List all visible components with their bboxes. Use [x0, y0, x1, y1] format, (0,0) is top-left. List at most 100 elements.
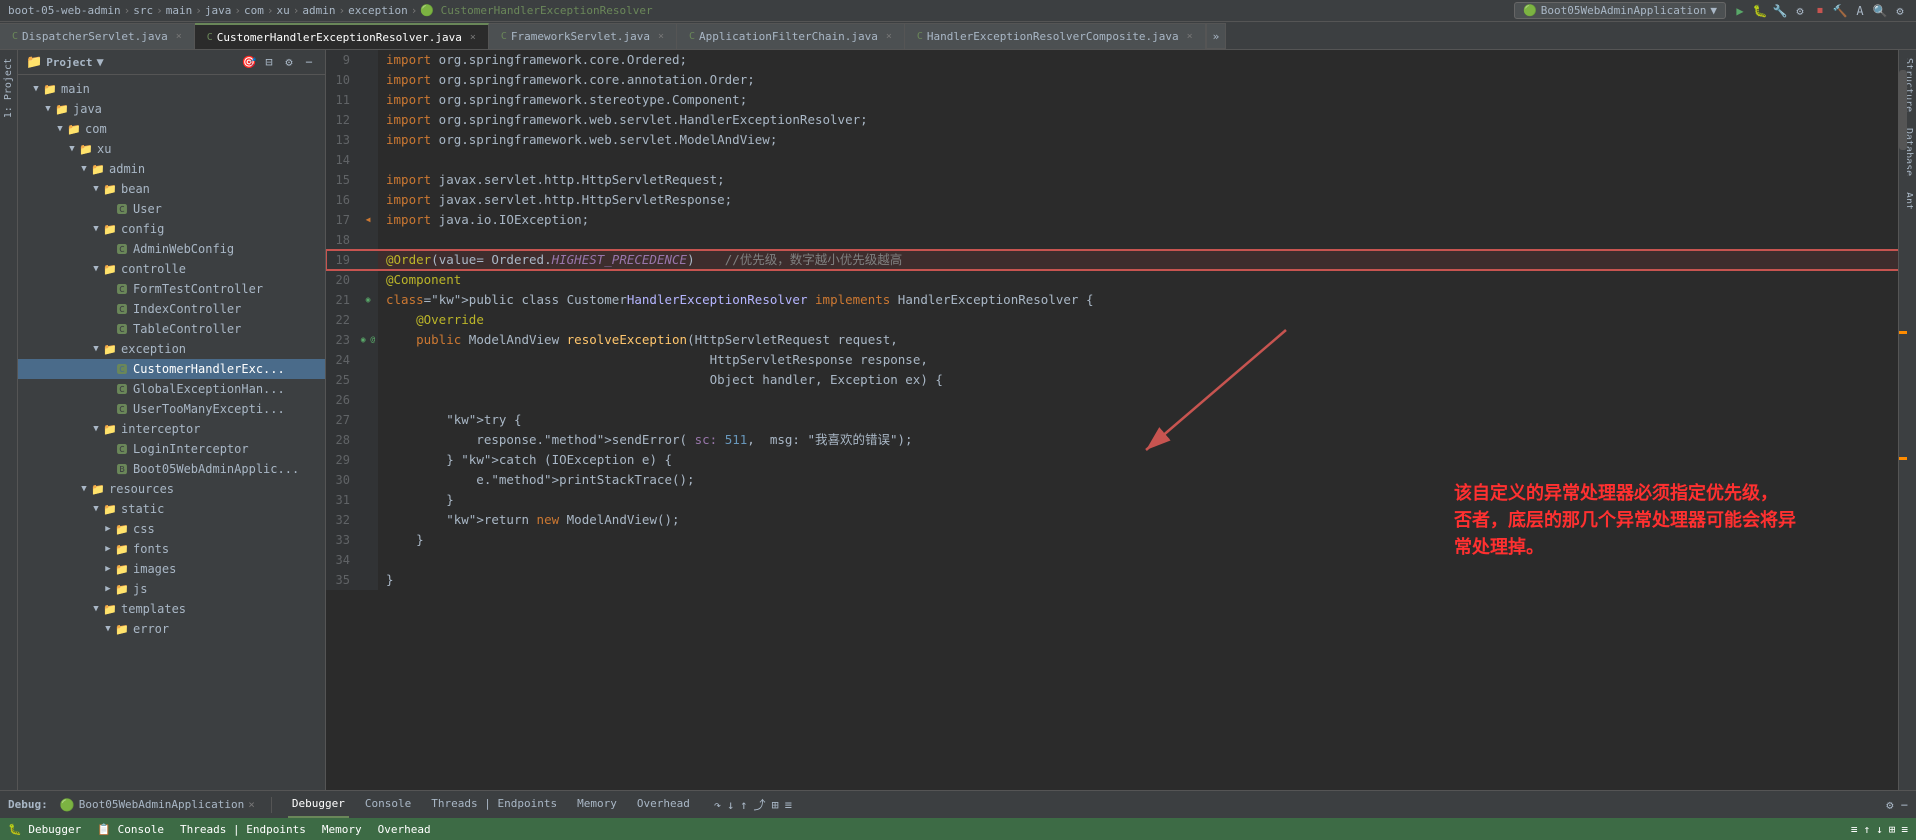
breadcrumb-item-4[interactable]: java [205, 4, 232, 17]
file-tree[interactable]: ▼📁main▼📁java▼📁com▼📁xu▼📁admin▼📁bean🅲User▼… [18, 75, 325, 790]
tree-arrow[interactable] [102, 283, 114, 295]
tab-handler-resolver[interactable]: C HandlerExceptionResolverComposite.java… [905, 23, 1206, 49]
tree-arrow[interactable]: ▼ [54, 123, 66, 135]
code-editor[interactable]: 9import org.springframework.core.Ordered… [326, 50, 1916, 790]
line-code[interactable]: class="kw">public class CustomerHandlerE… [378, 290, 1093, 310]
line-code[interactable]: import org.springframework.core.annotati… [378, 70, 755, 90]
line-code[interactable]: e."method">printStackTrace(); [378, 470, 695, 490]
status-icon-3[interactable]: ↓ [1876, 823, 1883, 836]
breadcrumb-item-2[interactable]: src [133, 4, 153, 17]
tree-item-globalexceptionhan---[interactable]: 🅲GlobalExceptionHan... [18, 379, 325, 399]
tree-item-java[interactable]: ▼📁java [18, 99, 325, 119]
scrollbar-thumb[interactable] [1899, 70, 1907, 150]
breadcrumb-item-class[interactable]: 🟢 CustomerHandlerExceptionResolver [420, 4, 652, 17]
debug-pin-icon[interactable]: − [1901, 798, 1908, 812]
tree-arrow[interactable]: ▼ [42, 103, 54, 115]
line-code[interactable] [378, 390, 386, 410]
stop-button[interactable]: ⏹ [1812, 3, 1828, 19]
status-icon-5[interactable]: ≡ [1901, 823, 1908, 836]
debug-tab-debugger[interactable]: Debugger [288, 791, 349, 818]
settings-icon[interactable]: ⚙ [281, 54, 297, 70]
tree-item-templates[interactable]: ▼📁templates [18, 599, 325, 619]
line-code[interactable]: } "kw">catch (IOException e) { [378, 450, 672, 470]
close-icon[interactable]: × [1187, 31, 1193, 42]
line-code[interactable] [378, 550, 386, 570]
tree-item-js[interactable]: ▶📁js [18, 579, 325, 599]
settings-button[interactable]: ⚙ [1892, 3, 1908, 19]
tree-arrow[interactable]: ▼ [90, 183, 102, 195]
project-tab[interactable]: 1: Project [1, 50, 16, 126]
breadcrumb-item-7[interactable]: admin [302, 4, 335, 17]
coverage-button[interactable]: 🔧 [1772, 3, 1788, 19]
tree-item-fonts[interactable]: ▶📁fonts [18, 539, 325, 559]
locate-button[interactable]: 🎯 [241, 54, 257, 70]
tree-item-logininterceptor[interactable]: 🅲LoginInterceptor [18, 439, 325, 459]
profile-button[interactable]: ⚙ [1792, 3, 1808, 19]
status-memory[interactable]: Memory [322, 823, 362, 836]
tree-arrow[interactable]: ▼ [90, 343, 102, 355]
tree-item-css[interactable]: ▶📁css [18, 519, 325, 539]
line-code[interactable]: } [378, 570, 394, 590]
line-code[interactable]: @Order(value= Ordered.HIGHEST_PRECEDENCE… [378, 250, 902, 270]
tree-arrow[interactable]: ▼ [90, 263, 102, 275]
line-code[interactable]: import javax.servlet.http.HttpServletRes… [378, 190, 732, 210]
tree-arrow[interactable]: ▶ [102, 543, 114, 555]
tree-arrow[interactable] [102, 203, 114, 215]
tree-item-boot05webadminapplic---[interactable]: 🅱Boot05WebAdminApplic... [18, 459, 325, 479]
tree-item-static[interactable]: ▼📁static [18, 499, 325, 519]
tab-dispatcher-servlet[interactable]: C DispatcherServlet.java × [0, 23, 195, 49]
line-code[interactable]: import javax.servlet.http.HttpServletReq… [378, 170, 725, 190]
breadcrumb-item-3[interactable]: main [166, 4, 193, 17]
run-config[interactable]: 🟢 Boot05WebAdminApplication ▼ [1514, 2, 1726, 19]
line-code[interactable]: "kw">try { [378, 410, 521, 430]
tree-arrow[interactable]: ▼ [30, 83, 42, 95]
tree-arrow[interactable]: ▶ [102, 583, 114, 595]
tree-arrow[interactable] [102, 363, 114, 375]
tree-arrow[interactable] [102, 323, 114, 335]
tree-item-main[interactable]: ▼📁main [18, 79, 325, 99]
tab-application-filter[interactable]: C ApplicationFilterChain.java × [677, 23, 905, 49]
tree-item-interceptor[interactable]: ▼📁interceptor [18, 419, 325, 439]
tree-item-error[interactable]: ▼📁error [18, 619, 325, 639]
breadcrumb-item-8[interactable]: exception [348, 4, 408, 17]
tree-item-admin[interactable]: ▼📁admin [18, 159, 325, 179]
line-code[interactable]: @Component [378, 270, 461, 290]
tab-customer-handler[interactable]: C CustomerHandlerExceptionResolver.java … [195, 23, 489, 49]
tree-item-tablecontroller[interactable]: 🅲TableController [18, 319, 325, 339]
scrollbar-track[interactable] [1899, 50, 1907, 790]
build-button[interactable]: 🔨 [1832, 3, 1848, 19]
line-code[interactable]: Object handler, Exception ex) { [378, 370, 943, 390]
debug-tab-threads[interactable]: Threads | Endpoints [427, 791, 561, 818]
tree-arrow[interactable]: ▼ [90, 223, 102, 235]
breadcrumb-item-5[interactable]: com [244, 4, 264, 17]
tree-arrow[interactable]: ▶ [102, 523, 114, 535]
close-icon[interactable]: × [176, 31, 182, 42]
tree-arrow[interactable] [102, 463, 114, 475]
line-code[interactable]: } [378, 530, 424, 550]
status-debugger[interactable]: 🐛 Debugger [8, 823, 81, 836]
status-icon-1[interactable]: ≡ [1851, 823, 1858, 836]
line-code[interactable]: import java.io.IOException; [378, 210, 589, 230]
status-overhead[interactable]: Overhead [378, 823, 431, 836]
line-code[interactable] [378, 150, 386, 170]
debug-settings-icon[interactable]: ⚙ [1886, 798, 1893, 812]
line-code[interactable]: @Override [378, 310, 484, 330]
tree-arrow[interactable]: ▼ [90, 423, 102, 435]
tab-overflow[interactable]: » [1206, 23, 1227, 49]
line-code[interactable]: import org.springframework.web.servlet.M… [378, 130, 777, 150]
tree-item-config[interactable]: ▼📁config [18, 219, 325, 239]
close-icon[interactable]: × [658, 31, 664, 42]
tree-item-formtestcontroller[interactable]: 🅲FormTestController [18, 279, 325, 299]
status-icon-4[interactable]: ⊞ [1889, 823, 1896, 836]
frames-icon[interactable]: ≡ [785, 798, 792, 812]
tree-item-bean[interactable]: ▼📁bean [18, 179, 325, 199]
step-over-icon[interactable]: ↷ [714, 798, 721, 812]
translate-button[interactable]: A [1852, 3, 1868, 19]
tree-arrow[interactable]: ▼ [90, 603, 102, 615]
tree-item-usertoomanyexcepti---[interactable]: 🅲UserTooManyExcepti... [18, 399, 325, 419]
status-console[interactable]: 📋 Console [97, 823, 164, 836]
step-out-icon[interactable]: ↑ [740, 798, 747, 812]
tree-arrow[interactable] [102, 303, 114, 315]
tree-arrow[interactable] [102, 243, 114, 255]
line-code[interactable]: response."method">sendError( sc: 511, ms… [378, 430, 913, 450]
